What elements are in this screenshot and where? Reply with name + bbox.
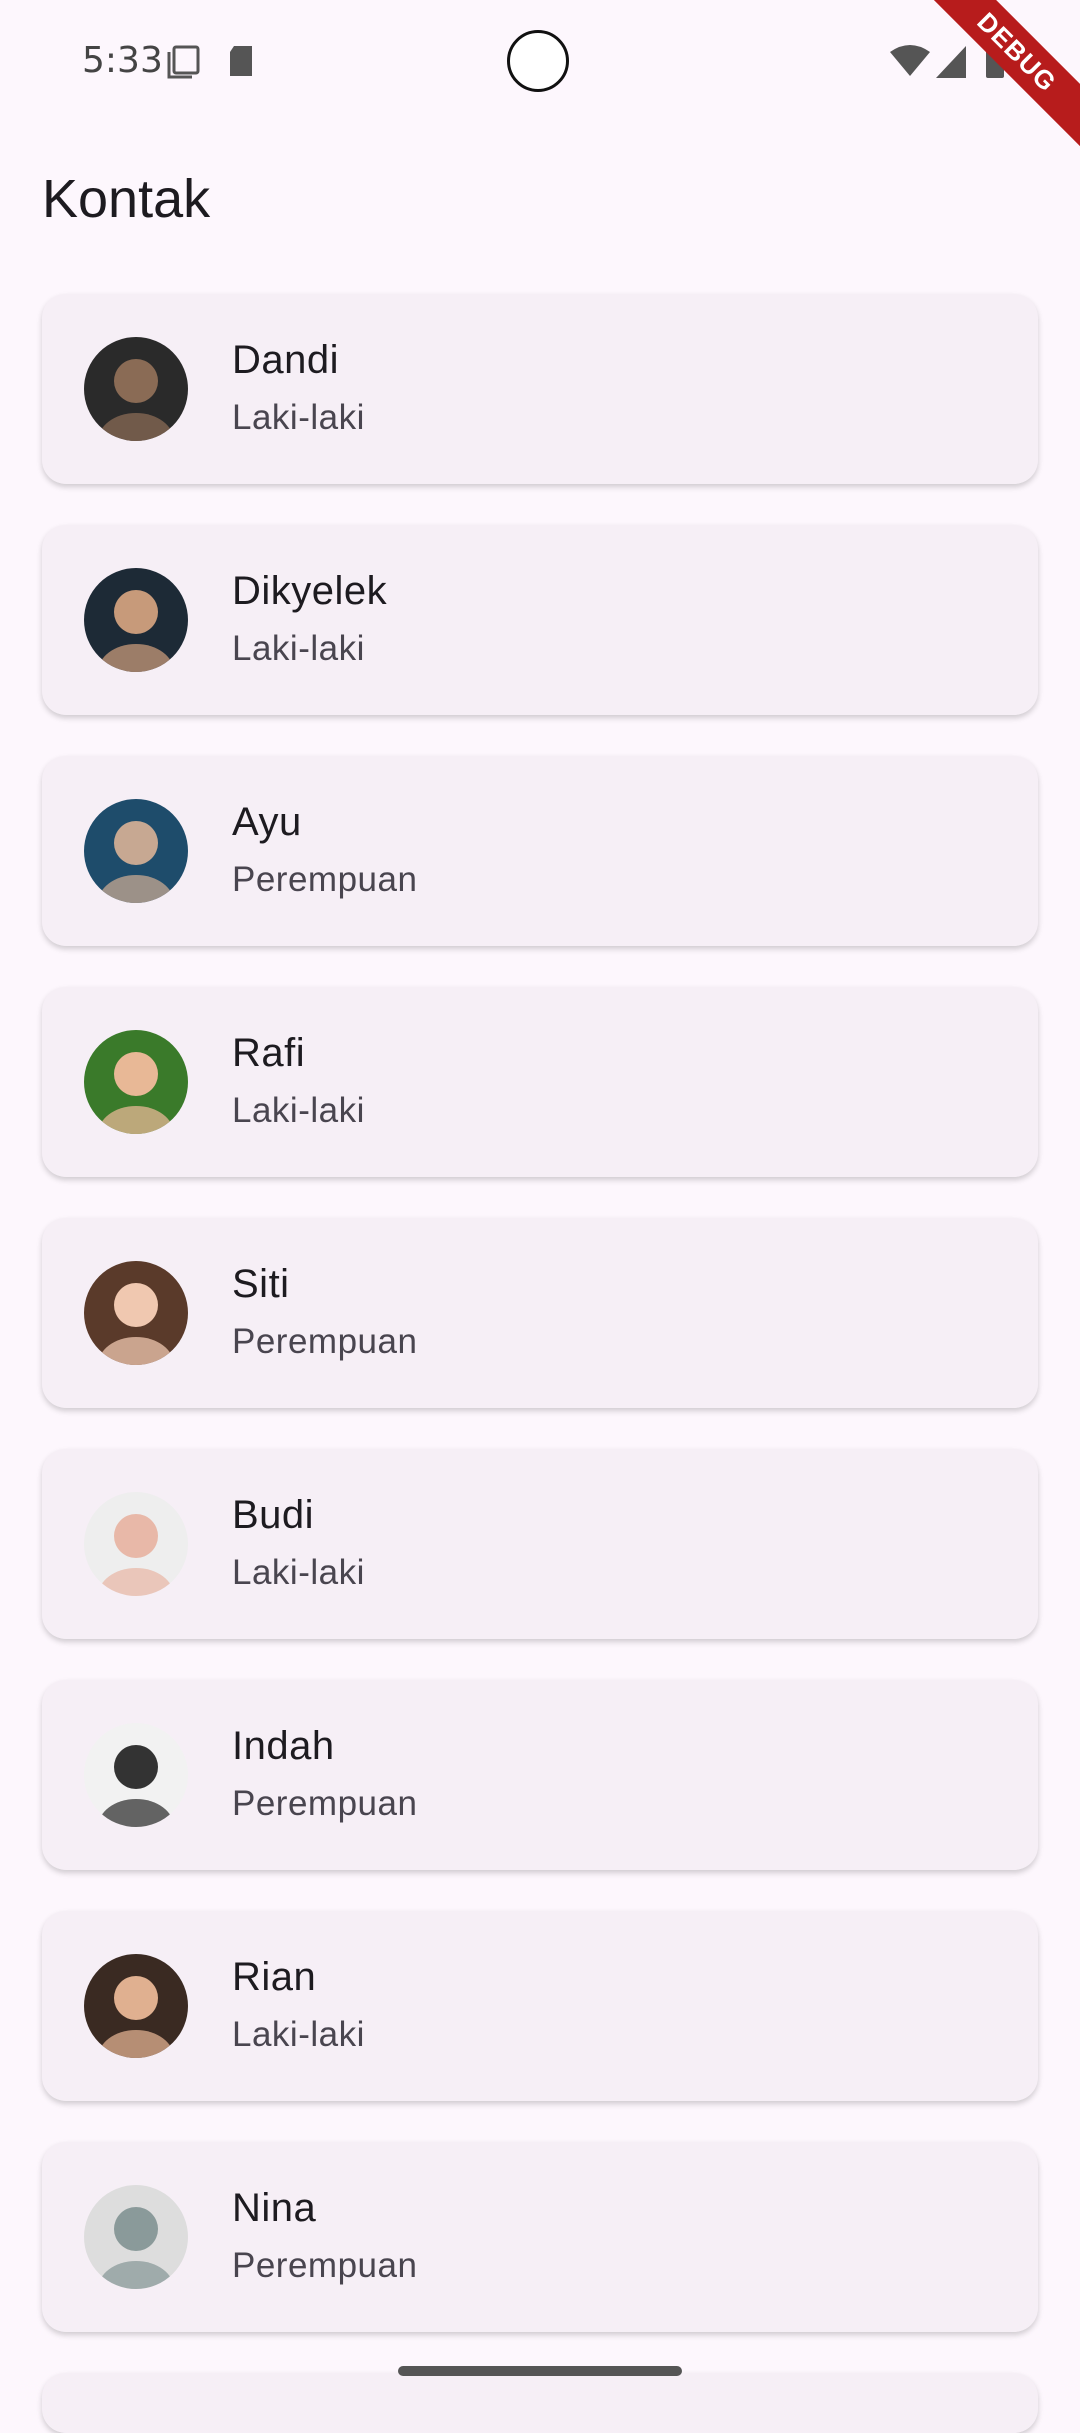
contact-card[interactable]: Indah Perempuan xyxy=(42,1680,1038,1870)
contact-card[interactable]: Ayu Perempuan xyxy=(42,756,1038,946)
contact-card[interactable]: Dikyelek Laki-laki xyxy=(42,525,1038,715)
contact-card[interactable]: Budi Laki-laki xyxy=(42,1449,1038,1639)
contact-gender: Laki-laki xyxy=(232,629,365,668)
wifi-icon xyxy=(890,44,930,85)
contact-gender: Perempuan xyxy=(232,860,418,899)
home-indicator[interactable] xyxy=(398,2366,682,2376)
contact-name: Nina xyxy=(232,2186,317,2230)
contact-card-partial[interactable] xyxy=(42,2373,1038,2433)
camera-cutout xyxy=(507,30,569,92)
avatar xyxy=(84,1030,188,1134)
contact-gender: Laki-laki xyxy=(232,2015,365,2054)
contact-name: Rafi xyxy=(232,1031,306,1075)
signal-icon xyxy=(934,44,968,85)
screenshot-icon xyxy=(166,44,202,85)
contact-card[interactable]: Rafi Laki-laki xyxy=(42,987,1038,1177)
status-time: 5:33 xyxy=(82,40,163,81)
contact-card[interactable]: Dandi Laki-laki xyxy=(42,294,1038,484)
avatar xyxy=(84,2185,188,2289)
contact-card[interactable]: Rian Laki-laki xyxy=(42,1911,1038,2101)
avatar xyxy=(84,1954,188,2058)
avatar xyxy=(84,1723,188,1827)
avatar xyxy=(84,799,188,903)
contact-name: Dandi xyxy=(232,338,340,382)
contact-card[interactable]: Nina Perempuan xyxy=(42,2142,1038,2332)
contact-name: Siti xyxy=(232,1262,290,1306)
avatar xyxy=(84,1492,188,1596)
contact-name: Rian xyxy=(232,1955,317,1999)
avatar xyxy=(84,337,188,441)
contact-card[interactable]: Siti Perempuan xyxy=(42,1218,1038,1408)
contact-name: Budi xyxy=(232,1493,315,1537)
sd-card-icon xyxy=(226,44,256,83)
contact-gender: Laki-laki xyxy=(232,398,365,437)
avatar xyxy=(84,1261,188,1365)
avatar xyxy=(84,568,188,672)
page-title: Kontak xyxy=(42,169,211,229)
contact-name: Ayu xyxy=(232,800,302,844)
contact-gender: Laki-laki xyxy=(232,1553,365,1592)
contact-name: Dikyelek xyxy=(232,569,388,613)
contact-gender: Perempuan xyxy=(232,1784,418,1823)
contact-gender: Laki-laki xyxy=(232,1091,365,1130)
status-bar: 5:33 DEBUG xyxy=(0,0,1080,156)
contact-list: Dandi Laki-laki Dikyelek Laki-laki Ayu Peremp… xyxy=(42,294,1038,2373)
contact-gender: Perempuan xyxy=(232,2246,418,2285)
contact-gender: Perempuan xyxy=(232,1322,418,1361)
contact-name: Indah xyxy=(232,1724,335,1768)
